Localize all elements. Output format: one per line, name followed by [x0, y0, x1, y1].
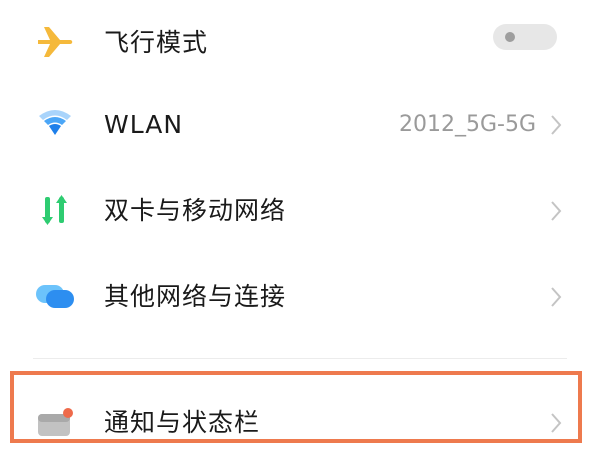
settings-item-label: 飞行模式 — [104, 28, 209, 57]
settings-item-other-networks[interactable]: 其他网络与连接 — [0, 254, 600, 340]
settings-list: 飞行模式 WLAN 2012_5G-5G 双卡与移动网络 其他网络与连接 通知与… — [0, 0, 600, 450]
settings-item-label: 通知与状态栏 — [104, 408, 261, 437]
airplane-icon — [33, 22, 77, 62]
mobile-network-icon — [33, 190, 77, 230]
toggle-knob — [505, 32, 515, 42]
settings-item-label: 双卡与移动网络 — [104, 196, 287, 225]
chevron-right-icon — [548, 113, 564, 137]
wlan-network-name: 2012_5G-5G — [398, 112, 536, 137]
settings-item-label: WLAN — [104, 110, 184, 139]
airplane-mode-toggle[interactable] — [493, 24, 557, 50]
settings-item-label: 其他网络与连接 — [104, 282, 287, 311]
other-networks-icon — [33, 276, 77, 316]
settings-item-notifications[interactable]: 通知与状态栏 — [0, 380, 600, 466]
chevron-right-icon — [548, 411, 564, 435]
chevron-right-icon — [548, 285, 564, 309]
chevron-right-icon — [548, 199, 564, 223]
wifi-icon — [33, 104, 77, 144]
settings-item-mobile-network[interactable]: 双卡与移动网络 — [0, 168, 600, 254]
section-divider — [33, 358, 567, 359]
settings-item-airplane-mode[interactable]: 飞行模式 — [0, 0, 600, 86]
notification-icon — [33, 402, 77, 442]
settings-item-wlan[interactable]: WLAN 2012_5G-5G — [0, 82, 600, 168]
